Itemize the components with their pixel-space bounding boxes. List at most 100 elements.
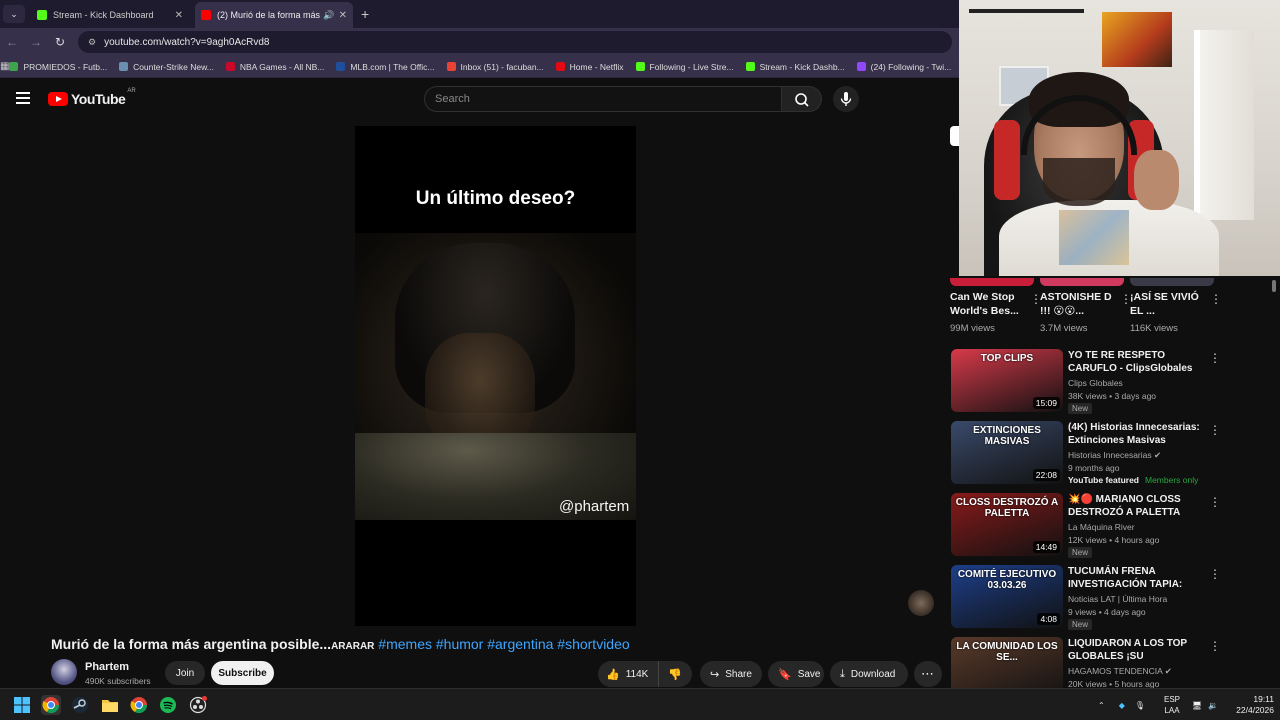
bookmark-item[interactable]: MLB.com | The Offic... bbox=[336, 62, 435, 72]
recommendation-channel[interactable]: La Máquina River bbox=[1068, 522, 1135, 532]
video-duration: 14:49 bbox=[1032, 541, 1060, 553]
close-tab-icon[interactable]: ✕ bbox=[175, 10, 183, 21]
speaker-icon[interactable]: 🔊 bbox=[323, 10, 334, 21]
more-vertical-icon[interactable]: ⋮ bbox=[1210, 292, 1222, 306]
network-app-icon[interactable]: ◆ bbox=[1119, 701, 1125, 710]
steam-icon[interactable] bbox=[70, 695, 90, 715]
address-bar[interactable]: ⚙ youtube.com/watch?v=9agh0AcRvd8 bbox=[78, 31, 952, 53]
chrome-icon[interactable] bbox=[41, 695, 61, 715]
youtube-logo[interactable]: YouTube AR bbox=[48, 88, 136, 107]
forward-icon[interactable]: → bbox=[24, 35, 48, 49]
browser-tab-kick[interactable]: Stream - Kick Dashboard ✕ bbox=[31, 2, 189, 28]
recommendation-channel[interactable]: Noticias LAT | Última Hora bbox=[1068, 594, 1167, 604]
short-item[interactable]: Can We Stop World's Bes... 99M views ⋮ bbox=[950, 278, 1042, 334]
microphone-icon bbox=[840, 92, 852, 106]
close-tab-icon[interactable]: ✕ bbox=[339, 10, 347, 21]
more-vertical-icon[interactable]: ⋮ bbox=[1209, 423, 1221, 437]
subscribe-button[interactable]: Subscribe bbox=[211, 661, 274, 685]
channel-name[interactable]: Phartem bbox=[85, 661, 129, 673]
windows-start-icon[interactable] bbox=[12, 695, 32, 715]
youtube-play-icon bbox=[48, 92, 68, 106]
bookmark-label: Stream - Kick Dashb... bbox=[759, 61, 845, 72]
youtube-wordmark: YouTube bbox=[71, 91, 126, 107]
apps-grid-icon[interactable]: ▦ bbox=[0, 61, 9, 72]
back-icon[interactable]: ← bbox=[0, 35, 24, 49]
download-button[interactable]: ⤓ Download bbox=[830, 661, 908, 687]
chrome-profile-icon[interactable] bbox=[129, 695, 149, 715]
bookmark-item[interactable]: Counter-Strike New... bbox=[119, 62, 214, 72]
channel-label: La Máquina River bbox=[1068, 522, 1135, 532]
bookmark-item[interactable]: Stream - Kick Dashb... bbox=[745, 61, 845, 72]
video-overlay-caption: Un último deseo? bbox=[415, 188, 576, 209]
browser-tab-youtube[interactable]: (2) Murió de la forma más a 🔊 ✕ bbox=[195, 2, 353, 28]
status-icons[interactable]: 🖥 🔉 bbox=[1192, 689, 1218, 720]
short-item[interactable]: ¡ASÍ SE VIVIÓ EL ... 116K views ⋮ bbox=[1130, 278, 1222, 334]
dislike-button[interactable]: 👎 bbox=[658, 661, 692, 687]
video-player[interactable]: Un último deseo? @phartem bbox=[355, 126, 636, 626]
show-hidden-icons-icon[interactable]: ⌃ bbox=[1098, 701, 1105, 710]
short-thumbnail[interactable] bbox=[1130, 278, 1214, 286]
clock[interactable]: 19:11 22/4/2026 bbox=[1226, 694, 1274, 716]
reload-icon[interactable]: ↻ bbox=[48, 35, 72, 49]
thumbnail-text: CLOSS DESTROZÓ A PALETTA bbox=[955, 497, 1059, 519]
recommendation-channel[interactable]: HAGAMOS TENDENCIA ✔ bbox=[1068, 666, 1172, 677]
search-button[interactable] bbox=[782, 86, 822, 112]
obs-icon[interactable] bbox=[188, 695, 208, 715]
video-title: Murió de la forma más argentina posible.… bbox=[51, 636, 630, 652]
time: 19:11 bbox=[1253, 694, 1274, 704]
more-vertical-icon[interactable]: ⋮ bbox=[1209, 351, 1221, 365]
bookmark-item[interactable]: Inbox (51) - facuban... bbox=[446, 62, 544, 72]
site-info-icon[interactable]: ⚙ bbox=[88, 37, 96, 48]
bookmark-item[interactable]: PROMIEDOS - Futb... bbox=[9, 62, 107, 72]
video-hashtags[interactable]: #memes #humor #argentina #shortvideo bbox=[378, 636, 629, 652]
recommendation-item[interactable]: EXTINCIONES MASIVAS 22:08 (4K) Historias I… bbox=[951, 421, 1221, 485]
recommendation-channel[interactable]: Clips Globales bbox=[1068, 378, 1123, 388]
input-language[interactable]: ESP LAA bbox=[1160, 694, 1184, 716]
video-thumbnail[interactable]: COMITÉ EJECUTIVO 03.03.26 4:08 bbox=[951, 565, 1063, 628]
new-tab-button[interactable]: + bbox=[361, 6, 369, 22]
recommendation-title: 💥🔴 MARIANO CLOSS DESTROZÓ A PALETTA LUEG… bbox=[1068, 494, 1181, 518]
recommendation-item[interactable]: COMITÉ EJECUTIVO 03.03.26 4:08 TUCUMÁN FRE… bbox=[951, 565, 1221, 630]
bookmark-item[interactable]: (24) Following - Twi... bbox=[856, 62, 951, 72]
tab-search-button[interactable]: ⌄ bbox=[3, 5, 25, 23]
menu-icon[interactable] bbox=[16, 92, 30, 104]
more-vertical-icon[interactable]: ⋮ bbox=[1209, 639, 1221, 653]
more-actions-button[interactable]: ⋯ bbox=[914, 661, 942, 687]
bookmark-item[interactable]: Home - Netflix bbox=[555, 61, 624, 72]
bookmark-item[interactable]: NBA Games - All NB... bbox=[225, 62, 324, 72]
more-vertical-icon[interactable]: ⋮ bbox=[1209, 567, 1221, 581]
tab-title: Stream - Kick Dashboard bbox=[53, 10, 154, 20]
join-button[interactable]: Join bbox=[165, 661, 205, 685]
bookmark-item[interactable]: Following - Live Stre... bbox=[635, 62, 734, 72]
like-button[interactable]: 👍 114K bbox=[598, 661, 658, 687]
thumbs-up-icon: 👍 bbox=[606, 668, 620, 681]
short-thumbnail[interactable] bbox=[1040, 278, 1124, 286]
share-button[interactable]: ↪ Share bbox=[700, 661, 762, 687]
verified-icon: ✔ bbox=[1154, 450, 1162, 460]
new-badge: New bbox=[1068, 619, 1093, 630]
short-views: 99M views bbox=[950, 323, 995, 334]
bookmark-label: Home - Netflix bbox=[569, 61, 624, 72]
sidebar-scrollbar[interactable] bbox=[1272, 280, 1276, 292]
video-thumbnail[interactable]: EXTINCIONES MASIVAS 22:08 bbox=[951, 421, 1063, 484]
recommendation-item[interactable]: TOP CLIPS 15:09 YO TE RE RESPETO CARUFLO -… bbox=[951, 349, 1221, 414]
recommendation-item[interactable]: CLOSS DESTROZÓ A PALETTA 14:49 💥🔴 MARIANO … bbox=[951, 493, 1221, 558]
file-explorer-icon[interactable] bbox=[100, 695, 120, 715]
video-thumbnail[interactable]: TOP CLIPS 15:09 bbox=[951, 349, 1063, 412]
video-thumbnail[interactable]: CLOSS DESTROZÓ A PALETTA 14:49 bbox=[951, 493, 1063, 556]
voice-search-button[interactable] bbox=[833, 86, 859, 112]
save-button[interactable]: 🔖 Save bbox=[768, 661, 824, 687]
bookmark-favicon-icon bbox=[336, 62, 346, 71]
download-icon: ⤓ bbox=[840, 667, 845, 680]
volume-icon: 🔉 bbox=[1208, 700, 1219, 710]
more-vertical-icon[interactable]: ⋮ bbox=[1209, 495, 1221, 509]
recommendation-channel[interactable]: Historias Innecesarias ✔ bbox=[1068, 450, 1161, 461]
bookmark-favicon-icon bbox=[555, 62, 565, 71]
short-thumbnail[interactable] bbox=[950, 278, 1034, 286]
spotify-icon[interactable] bbox=[158, 695, 178, 715]
short-item[interactable]: ASTONISHE D !!! 😮😮... 3.7M views ⋮ bbox=[1040, 278, 1132, 334]
bookmark-favicon-icon bbox=[119, 62, 129, 71]
search-input[interactable] bbox=[425, 87, 781, 111]
microphone-tray-icon[interactable]: 🎙 bbox=[1135, 701, 1145, 710]
channel-avatar[interactable] bbox=[51, 659, 77, 685]
